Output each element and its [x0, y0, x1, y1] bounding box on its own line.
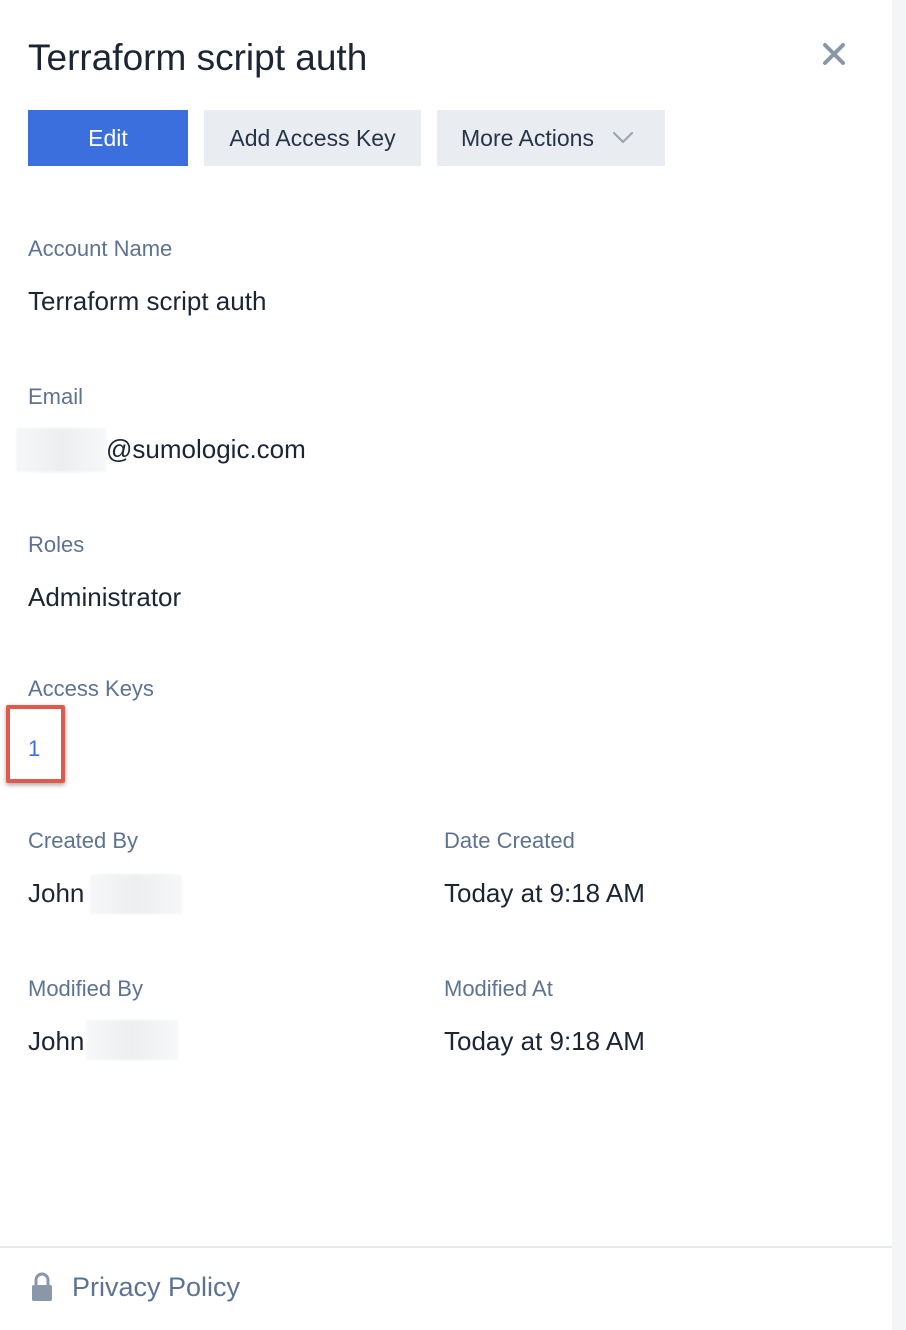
close-icon [823, 43, 845, 65]
email-value: @sumologic.com [106, 434, 306, 464]
created-by-value: John [28, 878, 85, 908]
roles-value: Administrator [28, 582, 182, 612]
access-keys-value-wrapper: 1 [28, 733, 40, 763]
modified-at-label: Modified At [444, 976, 553, 1001]
account-name-value: Terraform script auth [28, 286, 267, 316]
redacted-created-by-lastname [90, 874, 182, 914]
created-by-label: Created By [28, 828, 139, 853]
account-name-label: Account Name [28, 236, 173, 261]
email-label: Email [28, 384, 84, 409]
date-created-label: Date Created [444, 828, 575, 853]
privacy-policy-link[interactable]: Privacy Policy [72, 1270, 240, 1304]
more-actions-button[interactable]: More Actions [437, 110, 665, 166]
action-bar: Edit Add Access Key More Actions [28, 110, 665, 166]
edit-button[interactable]: Edit [28, 110, 188, 166]
close-button[interactable] [816, 36, 852, 72]
chevron-down-icon [612, 131, 634, 145]
modified-by-value: John [28, 1026, 85, 1056]
roles-label: Roles [28, 532, 85, 557]
access-keys-label: Access Keys [28, 676, 154, 701]
modified-by-label: Modified By [28, 976, 143, 1001]
redacted-modified-by-lastname [86, 1020, 178, 1060]
more-actions-label: More Actions [461, 124, 594, 151]
date-created-value: Today at 9:18 AM [444, 878, 645, 908]
add-access-key-button[interactable]: Add Access Key [204, 110, 421, 166]
redacted-email-user [16, 428, 106, 472]
footer: Privacy Policy [0, 1246, 892, 1330]
lock-icon [32, 1272, 52, 1301]
modified-at-value: Today at 9:18 AM [444, 1026, 645, 1056]
account-details-panel: Terraform script auth Edit Add Access Ke… [0, 0, 892, 1330]
access-keys-count-link[interactable]: 1 [28, 736, 40, 761]
page-title: Terraform script auth [28, 37, 368, 78]
